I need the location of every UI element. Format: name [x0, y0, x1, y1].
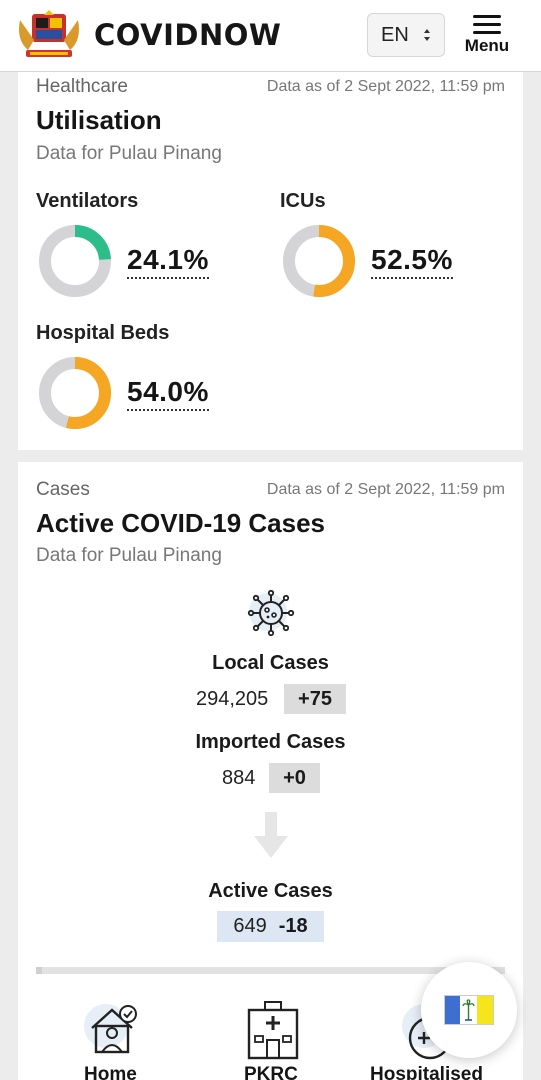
local-cases-label: Local Cases [212, 652, 329, 674]
ventilators-donut [39, 225, 111, 297]
active-cases-value: 649 [233, 915, 267, 937]
local-cases-delta: +75 [284, 684, 346, 714]
data-timestamp: Data as of 2 Sept 2022, 11:59 pm [266, 78, 505, 95]
ventilators-percentage[interactable]: 24.1% [127, 244, 209, 279]
icus-donut [283, 225, 355, 297]
imported-cases-delta: +0 [269, 763, 320, 793]
active-cases-delta: -18 [278, 915, 308, 937]
hospital-beds-label: Hospital Beds [36, 322, 170, 344]
malaysia-coat-of-arms-logo[interactable] [16, 10, 82, 60]
tile-pkrc-label[interactable]: PKRC [244, 1064, 298, 1080]
imported-cases-value: 884 [222, 767, 256, 789]
imported-cases-label: Imported Cases [195, 731, 346, 753]
brand-title[interactable]: COVIDNOW [94, 18, 281, 52]
hamburger-icon [473, 15, 501, 35]
ventilators-label: Ventilators [36, 190, 139, 212]
card-subtitle: Data for Pulau Pinang [36, 545, 222, 566]
app-header: COVIDNOW EN Menu [0, 0, 541, 72]
language-value: EN [381, 23, 409, 46]
tile-hospitalised-label[interactable]: Hospitalised [370, 1064, 483, 1080]
penang-flag-icon[interactable] [444, 995, 494, 1025]
data-timestamp: Data as of 2 Sept 2022, 11:59 pm [266, 481, 505, 498]
hospital-beds-donut [39, 357, 111, 429]
section-eyebrow: Healthcare [36, 76, 128, 97]
icus-percentage[interactable]: 52.5% [371, 244, 453, 279]
card-title: Active COVID-19 Cases [36, 508, 326, 538]
card-title: Utilisation [36, 105, 162, 135]
tile-home-label[interactable]: Home [84, 1064, 137, 1080]
local-cases-value: 294,205 [196, 688, 269, 710]
language-select[interactable]: EN [367, 13, 445, 57]
section-eyebrow: Cases [36, 479, 90, 500]
arrow-down-icon [254, 812, 288, 858]
hospital-beds-percentage[interactable]: 54.0% [127, 376, 209, 411]
utilisation-card: Healthcare Data as of 2 Sept 2022, 11:59… [18, 72, 523, 450]
virus-icon [247, 589, 295, 637]
active-cases-summary: 649 -18 [217, 911, 324, 942]
active-cases-label: Active Cases [208, 880, 333, 902]
penang-palm-icon [462, 999, 475, 1021]
select-caret-icon [424, 29, 430, 41]
menu-button[interactable]: Menu [458, 13, 516, 63]
menu-label: Menu [464, 36, 510, 55]
icus-label: ICUs [280, 190, 326, 212]
pkrc-building-icon[interactable] [243, 1000, 303, 1060]
home-quarantine-icon[interactable] [82, 1000, 142, 1060]
card-subtitle: Data for Pulau Pinang [36, 143, 222, 164]
breakdown-divider [36, 967, 505, 974]
